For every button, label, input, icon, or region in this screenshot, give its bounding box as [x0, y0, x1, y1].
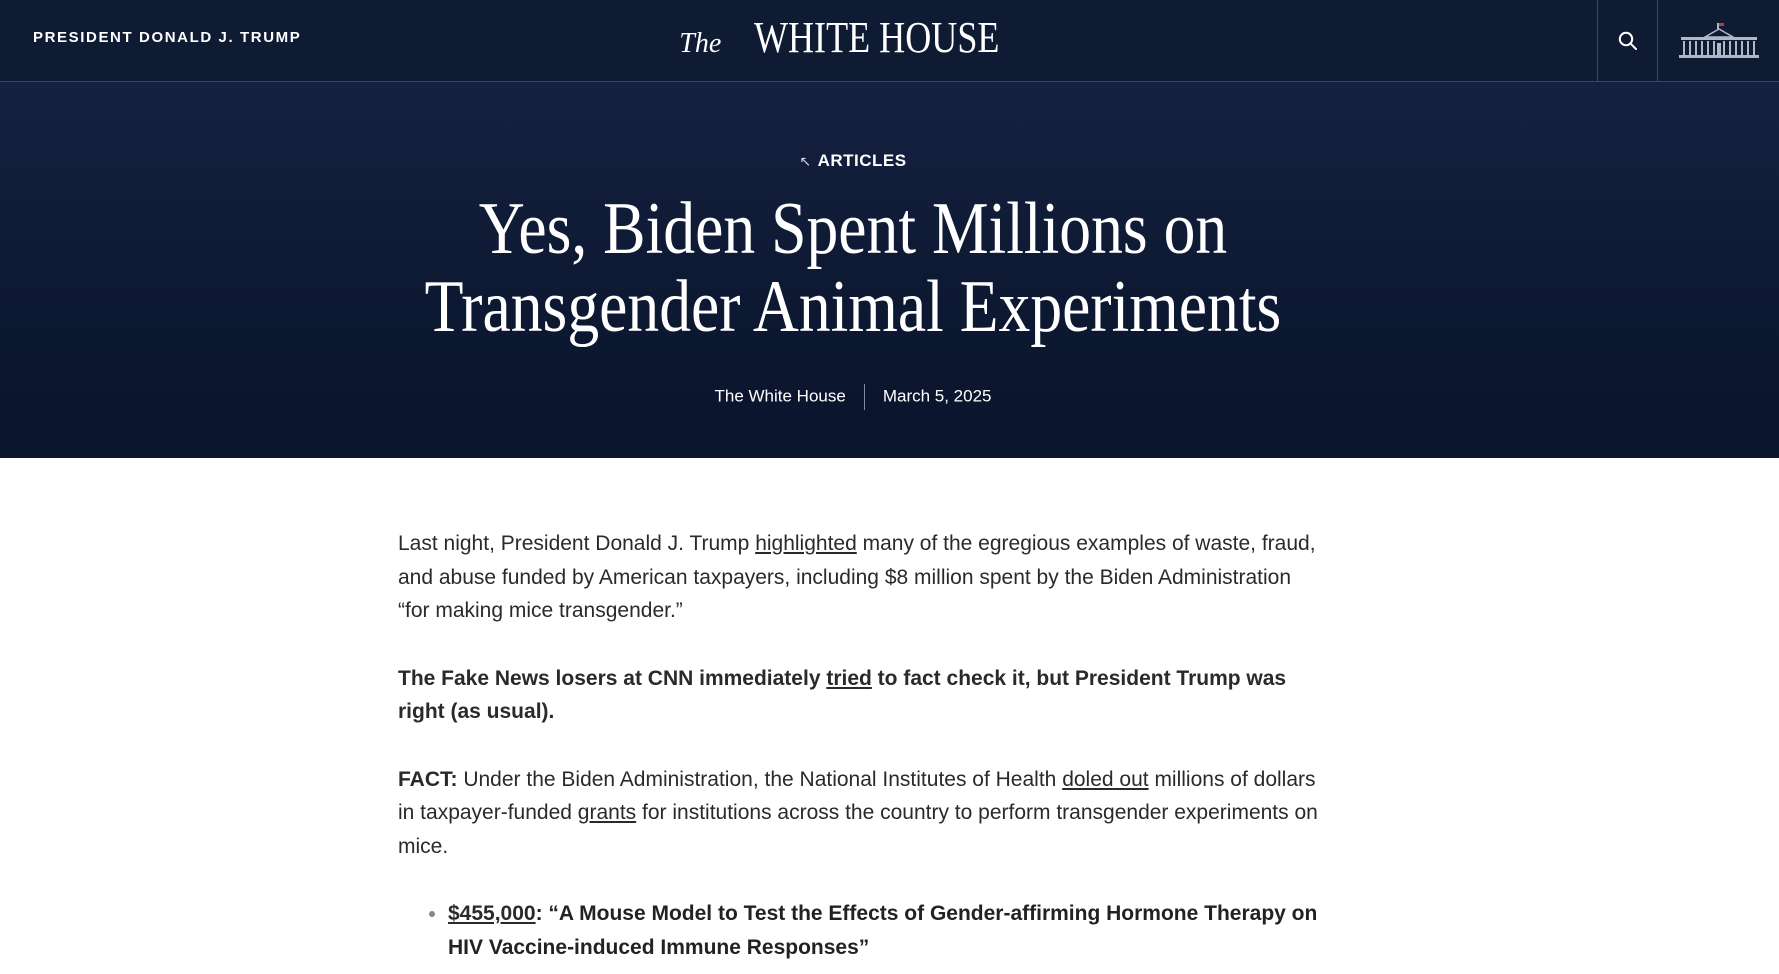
title-line-2: Transgender Animal Experiments [424, 266, 1282, 348]
author: The White House [714, 386, 846, 406]
grant-list: $455,000: “A Mouse Model to Test the Eff… [398, 897, 1318, 964]
grants-link[interactable]: grants [578, 801, 636, 824]
publish-date: March 5, 2025 [882, 386, 992, 406]
article-hero: ↖ ARTICLES Yes, Biden Spent Millions on T… [0, 82, 1779, 458]
paragraph-3: FACT: Under the Biden Administration, th… [398, 763, 1318, 864]
paragraph-2: The Fake News losers at CNN immediately … [398, 662, 1318, 729]
tried-link[interactable]: tried [826, 667, 872, 690]
white-house-emblem[interactable] [1657, 0, 1779, 82]
p2-text-before: The Fake News losers at CNN immediately [398, 666, 827, 690]
doled-out-link[interactable]: doled out [1062, 768, 1148, 791]
meta-divider [863, 384, 865, 410]
list-item: $455,000: “A Mouse Model to Test the Eff… [448, 897, 1318, 964]
category-label: ARTICLES [817, 151, 907, 170]
search-icon [1618, 31, 1637, 50]
article-meta: The White House March 5, 2025 [0, 384, 1706, 410]
white-house-building-icon [1678, 23, 1759, 58]
p3-text-before: Under the Biden Administration, the Nati… [457, 767, 1063, 791]
highlighted-link[interactable]: highlighted [755, 532, 857, 555]
title-line-1: Yes, Biden Spent Millions on [478, 188, 1228, 270]
logo-main: WHITE HOUSE [754, 13, 1000, 62]
logo-the: The [679, 28, 722, 59]
fact-label: FACT: [398, 767, 458, 791]
grant-amount-link[interactable]: $455,000 [448, 902, 536, 925]
p1-text-before: Last night, President Donald J. Trump [398, 532, 756, 555]
search-button[interactable] [1597, 0, 1657, 82]
grant-description: : “A Mouse Model to Test the Effects of … [448, 902, 1318, 959]
paragraph-1: Last night, President Donald J. Trump hi… [398, 527, 1318, 628]
arrow-up-left-icon: ↖ [799, 153, 812, 169]
page-title: Yes, Biden Spent Millions on Transgender… [353, 190, 1353, 346]
article-body: Last night, President Donald J. Trump hi… [398, 527, 1318, 964]
white-house-logo[interactable]: The WHITE HOUSE [0, 10, 1706, 72]
articles-category-link[interactable]: ↖ ARTICLES [0, 151, 1706, 171]
site-header: PRESIDENT DONALD J. TRUMP The WHITE HOUSE [0, 0, 1779, 82]
